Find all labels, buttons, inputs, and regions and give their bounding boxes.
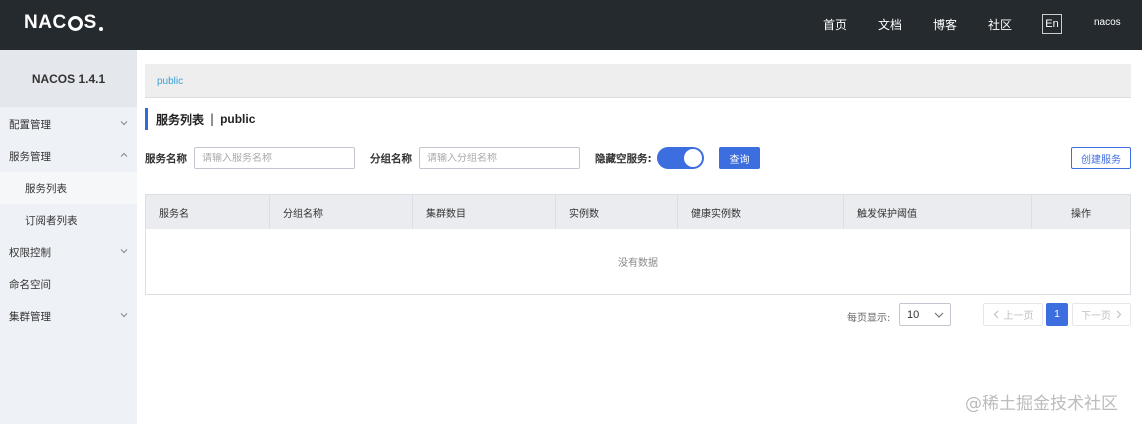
column-header-label: 实例数 [569,208,599,220]
column-header-cluster-count: 集群数目 [412,195,555,229]
page-size-select[interactable]: 10 [899,303,951,326]
nav-home[interactable]: 首页 [823,16,847,33]
query-button[interactable]: 查询 [719,147,760,169]
namespace-link-public[interactable]: public [157,76,183,87]
column-header-label: 操作 [1071,208,1091,220]
page-title: 服务列表 | public [145,108,255,130]
sidebar-item-access-control[interactable]: 权限控制 [0,236,137,268]
column-header-label: 触发保护阈值 [857,208,917,220]
logo-o-ring [67,15,83,31]
hide-empty-services-toggle[interactable] [657,147,704,169]
namespace-bar: public [145,64,1131,98]
sidebar-item-label: 配置管理 [9,118,51,131]
service-name-label: 服务名称 [145,153,187,165]
sidebar: NACOS 1.4.1 配置管理 服务管理 服务列表 订阅者列表 权限控制 命名… [0,50,137,424]
sidebar-item-label: 集群管理 [9,310,51,323]
sidebar-item-label: 服务管理 [9,150,51,163]
logo-dot [98,27,103,31]
chevron-down-icon [120,313,128,318]
logo-text-prefix: NAC [24,12,67,33]
sidebar-item-cluster-management[interactable]: 集群管理 [0,300,137,332]
table-empty-message: 没有数据 [618,258,658,269]
next-page-button[interactable]: 下一页 [1072,303,1131,326]
page-size-value: 10 [907,309,920,321]
column-header-actions: 操作 [1031,195,1130,229]
top-navbar: NAC S 首页 文档 博客 社区 En nacos [0,0,1142,50]
service-table: 服务名 分组名称 集群数目 实例数 健康实例数 触发保护阈值 操作 没有数据 [145,194,1131,295]
prev-page-button[interactable]: 上一页 [983,303,1043,326]
sidebar-item-config-management[interactable]: 配置管理 [0,108,137,140]
language-switch-button[interactable]: En [1042,14,1062,34]
column-header-label: 集群数目 [426,208,466,220]
logo-text-suffix: S [83,12,97,33]
sidebar-item-subscriber-list[interactable]: 订阅者列表 [0,204,137,236]
sidebar-item-service-management[interactable]: 服务管理 [0,140,137,172]
page-title-namespace: public [220,112,256,126]
service-name-field [194,147,355,169]
next-page-label: 下一页 [1081,311,1111,322]
sidebar-item-service-list[interactable]: 服务列表 [0,172,137,204]
nav-community[interactable]: 社区 [988,16,1012,33]
page-size-label: 每页显示: [847,313,891,324]
service-name-input[interactable] [202,152,354,164]
chevron-down-icon [120,121,128,126]
group-name-input[interactable] [427,152,579,164]
column-header-label: 服务名 [159,208,189,220]
chevron-left-icon [993,310,998,319]
sidebar-item-label: 服务列表 [25,182,67,195]
page-title-text: 服务列表 [156,112,205,127]
hide-empty-services-label: 隐藏空服务: [595,153,652,165]
column-header-label: 分组名称 [283,208,323,220]
column-header-service-name: 服务名 [146,195,269,229]
sidebar-item-namespace[interactable]: 命名空间 [0,268,137,300]
column-header-healthy-instance-count: 健康实例数 [677,195,843,229]
prev-page-label: 上一页 [1003,311,1034,322]
nav-docs[interactable]: 文档 [878,16,902,33]
column-header-instance-count: 实例数 [555,195,677,229]
sidebar-item-label: 命名空间 [9,278,51,291]
table-header: 服务名 分组名称 集群数目 实例数 健康实例数 触发保护阈值 操作 [146,195,1130,229]
chevron-down-icon [934,312,944,318]
sidebar-item-label: 权限控制 [9,246,51,259]
page-title-separator: | [210,112,215,126]
sidebar-version-title: NACOS 1.4.1 [0,50,137,107]
column-header-label: 健康实例数 [691,208,741,220]
create-service-button[interactable]: 创建服务 [1071,147,1131,169]
chevron-up-icon [120,152,128,157]
nacos-logo[interactable]: NAC S [24,12,103,34]
watermark: @稀土掘金技术社区 [965,394,1118,414]
toggle-knob [684,149,702,167]
sidebar-item-label: 订阅者列表 [25,214,78,227]
page-number-1[interactable]: 1 [1046,303,1068,326]
column-header-protect-threshold: 触发保护阈值 [843,195,1031,229]
group-name-field [419,147,580,169]
chevron-right-icon [1116,310,1122,319]
nav-blog[interactable]: 博客 [933,16,957,33]
group-name-label: 分组名称 [370,153,412,165]
chevron-down-icon [120,249,128,254]
user-menu[interactable]: nacos [1094,17,1121,28]
column-header-group-name: 分组名称 [269,195,412,229]
